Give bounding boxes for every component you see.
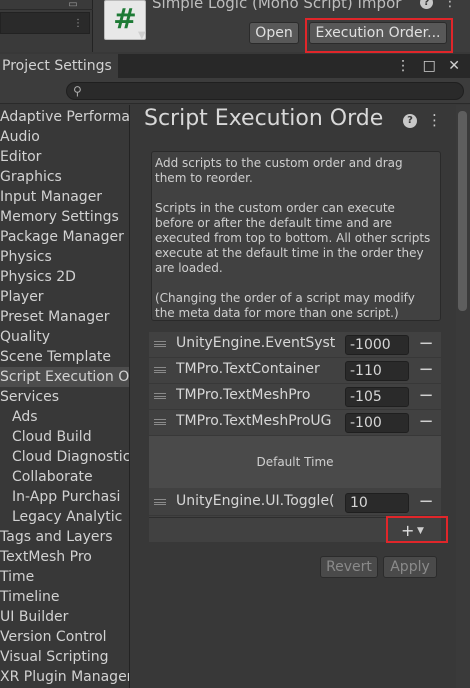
drag-handle-icon[interactable] bbox=[154, 367, 166, 373]
vertical-scrollbar[interactable] bbox=[456, 105, 470, 688]
list-item[interactable]: TMPro.TextMeshPro -105 − bbox=[149, 384, 441, 410]
sidebar-item[interactable]: Cloud Build bbox=[0, 427, 129, 447]
sidebar-item[interactable]: Time bbox=[0, 567, 129, 587]
sidebar-item[interactable]: In-App Purchasi bbox=[0, 487, 129, 507]
help-box: Add scripts to the custom order and drag… bbox=[151, 151, 441, 321]
execution-order-button[interactable]: Execution Order... bbox=[309, 22, 447, 44]
default-time-marker: Default Time bbox=[149, 436, 441, 488]
help-icon[interactable]: ? bbox=[403, 114, 417, 128]
order-value-field[interactable]: -110 bbox=[345, 361, 409, 381]
sidebar-item[interactable]: Services bbox=[0, 387, 129, 407]
script-name: TMPro.TextMeshPro bbox=[176, 387, 311, 403]
sidebar-item[interactable]: Preset Manager bbox=[0, 307, 129, 327]
tab-project-settings[interactable]: Project Settings bbox=[0, 54, 118, 78]
search-row: ⚲ bbox=[0, 78, 470, 104]
script-name: TMPro.TextMeshProUG bbox=[176, 413, 332, 429]
execution-order-list: UnityEngine.EventSyst -1000 − TMPro.Text… bbox=[149, 332, 441, 542]
sidebar-item[interactable]: Version Control bbox=[0, 627, 129, 647]
script-name: TMPro.TextContainer bbox=[176, 361, 320, 377]
drag-handle-icon[interactable] bbox=[154, 499, 166, 505]
list-item[interactable]: UnityEngine.EventSyst -1000 − bbox=[149, 332, 441, 358]
sidebar-item[interactable]: Quality bbox=[0, 327, 129, 347]
script-name: UnityEngine.EventSyst bbox=[176, 335, 336, 351]
list-footer: + ▼ bbox=[149, 517, 441, 542]
project-settings-tabbar: Project Settings ⋮ □ ✕ bbox=[0, 54, 470, 78]
help-paragraph: Scripts in the custom order can execute … bbox=[155, 201, 431, 275]
remove-button[interactable]: − bbox=[417, 490, 435, 514]
sidebar-item[interactable]: Script Execution Or bbox=[0, 367, 129, 387]
window-layout-icon[interactable]: ▭ bbox=[66, 0, 80, 10]
close-icon[interactable]: ✕ bbox=[448, 58, 460, 74]
order-value-field[interactable]: -100 bbox=[345, 413, 409, 433]
page-title: Script Execution Orde bbox=[144, 106, 384, 131]
sidebar-item[interactable]: TextMesh Pro bbox=[0, 547, 129, 567]
sidebar-item[interactable]: Editor bbox=[0, 147, 129, 167]
sidebar-item[interactable]: Memory Settings bbox=[0, 207, 129, 227]
list-item[interactable]: TMPro.TextMeshProUG -100 − bbox=[149, 410, 441, 436]
sidebar-item[interactable]: Package Manager bbox=[0, 227, 129, 247]
remove-button[interactable]: − bbox=[417, 410, 435, 434]
order-value-field[interactable]: -1000 bbox=[345, 335, 409, 355]
sidebar-item[interactable]: Visual Scripting bbox=[0, 647, 129, 667]
asset-title: Simple Logic (Mono Script) Impor bbox=[152, 0, 402, 12]
sidebar-item[interactable]: Player bbox=[0, 287, 129, 307]
inspector-side-toolbar: ▭ bbox=[0, 0, 93, 10]
sidebar-item[interactable]: Audio bbox=[0, 127, 129, 147]
sidebar-item[interactable]: Cloud Diagnostic bbox=[0, 447, 129, 467]
remove-button[interactable]: − bbox=[417, 332, 435, 356]
maximize-icon[interactable]: □ bbox=[423, 58, 436, 74]
sidebar-item[interactable]: Ads bbox=[0, 407, 129, 427]
drag-handle-icon[interactable] bbox=[154, 341, 166, 347]
order-value-field[interactable]: -105 bbox=[345, 387, 409, 407]
sidebar-item[interactable]: Tags and Layers bbox=[0, 527, 129, 547]
sidebar-item[interactable]: Legacy Analytic bbox=[0, 507, 129, 527]
script-name: UnityEngine.UI.Toggle( bbox=[176, 493, 335, 509]
inspector-side-field[interactable]: ⋮ bbox=[0, 12, 90, 34]
help-paragraph: Add scripts to the custom order and drag… bbox=[155, 156, 403, 185]
sidebar-item[interactable]: Adaptive Performa bbox=[0, 107, 129, 127]
plus-icon: + bbox=[401, 521, 415, 540]
search-icon: ⚲ bbox=[73, 84, 82, 98]
apply-button[interactable]: Apply bbox=[383, 556, 437, 578]
help-paragraph: (Changing the order of a script may modi… bbox=[155, 291, 415, 320]
asset-caret-icon[interactable]: ▼ bbox=[138, 30, 146, 41]
sidebar-item[interactable]: Timeline bbox=[0, 587, 129, 607]
inspector-kebab-icon[interactable]: ⋮ bbox=[443, 0, 457, 10]
inspector-side-column: ▭ ⋮ bbox=[0, 0, 93, 52]
sidebar-item[interactable]: Physics bbox=[0, 247, 129, 267]
add-script-button[interactable]: + ▼ bbox=[389, 521, 433, 541]
sidebar-item[interactable]: Graphics bbox=[0, 167, 129, 187]
settings-nav: Adaptive Performa Audio Editor Graphics Inpu… bbox=[0, 105, 130, 688]
remove-button[interactable]: − bbox=[417, 384, 435, 408]
sidebar-item[interactable]: Physics 2D bbox=[0, 267, 129, 287]
script-execution-order-panel: Script Execution Orde ? ⋮ Add scripts to… bbox=[131, 105, 456, 688]
sidebar-item[interactable]: XR Plugin Manager bbox=[0, 667, 129, 687]
open-button[interactable]: Open bbox=[249, 22, 299, 44]
kebab-icon[interactable]: ⋮ bbox=[396, 58, 410, 74]
sidebar-item[interactable]: Collaborate bbox=[0, 467, 129, 487]
list-item[interactable]: UnityEngine.UI.Toggle( 10 − bbox=[149, 490, 441, 516]
sidebar-item[interactable]: Input Manager bbox=[0, 187, 129, 207]
sidebar-item[interactable]: UI Builder bbox=[0, 607, 129, 627]
drag-handle-icon[interactable] bbox=[154, 393, 166, 399]
scrollbar-thumb[interactable] bbox=[458, 111, 467, 311]
help-icon[interactable]: ? bbox=[420, 0, 433, 9]
inspector-header: ▭ ⋮ # ▼ Simple Logic (Mono Script) Impor… bbox=[0, 0, 470, 52]
kebab-icon[interactable]: ⋮ bbox=[71, 19, 85, 29]
chevron-down-icon: ▼ bbox=[417, 526, 424, 536]
list-item[interactable]: TMPro.TextContainer -110 − bbox=[149, 358, 441, 384]
remove-button[interactable]: − bbox=[417, 358, 435, 382]
sidebar-item[interactable]: Scene Template bbox=[0, 347, 129, 367]
drag-handle-icon[interactable] bbox=[154, 419, 166, 425]
settings-search-input[interactable]: ⚲ bbox=[66, 82, 464, 100]
panel-kebab-icon[interactable]: ⋮ bbox=[427, 111, 442, 129]
window-controls: ⋮ □ ✕ bbox=[388, 54, 460, 78]
order-value-field[interactable]: 10 bbox=[345, 493, 409, 513]
revert-button[interactable]: Revert bbox=[320, 556, 378, 578]
